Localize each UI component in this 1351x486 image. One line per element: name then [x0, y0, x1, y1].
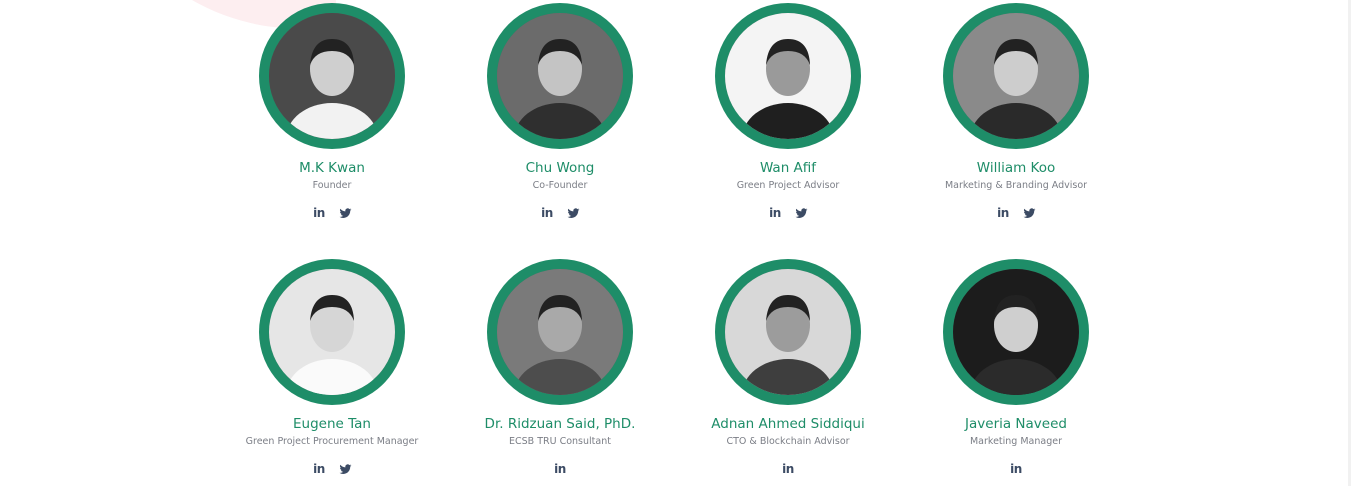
linkedin-glyph: in — [769, 206, 781, 220]
linkedin-icon[interactable]: in — [781, 462, 795, 476]
twitter-icon[interactable] — [1022, 206, 1036, 220]
avatar — [259, 259, 405, 405]
avatar — [487, 259, 633, 405]
avatar — [943, 259, 1089, 405]
twitter-glyph — [1023, 207, 1035, 218]
team-grid: M.K Kwan Founder in Chu Wong Co-Founder … — [0, 0, 1351, 486]
team-card: Chu Wong Co-Founder in — [430, 3, 690, 221]
portrait-photo — [725, 269, 851, 395]
linkedin-glyph: in — [997, 206, 1009, 220]
twitter-icon[interactable] — [338, 462, 352, 476]
linkedin-icon[interactable]: in — [1009, 462, 1023, 476]
team-card: Javeria Naveed Marketing Manager in — [886, 259, 1146, 477]
twitter-glyph — [339, 463, 351, 474]
team-card: William Koo Marketing & Branding Advisor… — [886, 3, 1146, 221]
portrait-photo — [497, 269, 623, 395]
avatar — [715, 259, 861, 405]
linkedin-icon[interactable]: in — [996, 206, 1010, 220]
linkedin-glyph: in — [782, 462, 794, 476]
linkedin-icon[interactable]: in — [312, 206, 326, 220]
linkedin-glyph: in — [1010, 462, 1022, 476]
member-name: Adnan Ahmed Siddiqui — [711, 416, 865, 432]
portrait-photo — [953, 269, 1079, 395]
member-role: ECSB TRU Consultant — [509, 436, 611, 447]
social-links: in — [658, 205, 918, 221]
portrait-photo — [269, 13, 395, 139]
linkedin-glyph: in — [541, 206, 553, 220]
social-links: in — [430, 461, 690, 477]
linkedin-icon[interactable]: in — [312, 462, 326, 476]
twitter-glyph — [567, 207, 579, 218]
member-name: William Koo — [976, 160, 1056, 176]
avatar — [715, 3, 861, 149]
member-role: CTO & Blockchain Advisor — [726, 436, 850, 447]
social-links: in — [202, 461, 462, 477]
portrait-photo — [269, 269, 395, 395]
avatar — [487, 3, 633, 149]
team-card: Dr. Ridzuan Said, PhD. ECSB TRU Consulta… — [430, 259, 690, 477]
linkedin-icon[interactable]: in — [553, 462, 567, 476]
avatar — [943, 3, 1089, 149]
twitter-glyph — [339, 207, 351, 218]
linkedin-icon[interactable]: in — [540, 206, 554, 220]
portrait-photo — [497, 13, 623, 139]
twitter-icon[interactable] — [566, 206, 580, 220]
member-name: M.K Kwan — [299, 160, 365, 176]
member-name: Javeria Naveed — [965, 416, 1067, 432]
member-name: Wan Afif — [759, 160, 817, 176]
member-role: Green Project Procurement Manager — [245, 436, 419, 447]
portrait-photo — [725, 13, 851, 139]
team-card: Adnan Ahmed Siddiqui CTO & Blockchain Ad… — [658, 259, 918, 477]
linkedin-glyph: in — [313, 462, 325, 476]
member-role: Marketing & Branding Advisor — [944, 180, 1088, 191]
twitter-icon[interactable] — [794, 206, 808, 220]
social-links: in — [430, 205, 690, 221]
social-links: in — [202, 205, 462, 221]
linkedin-icon[interactable]: in — [768, 206, 782, 220]
linkedin-glyph: in — [554, 462, 566, 476]
member-role: Co-Founder — [532, 180, 588, 191]
linkedin-glyph: in — [313, 206, 325, 220]
twitter-icon[interactable] — [338, 206, 352, 220]
team-card: M.K Kwan Founder in — [202, 3, 462, 221]
member-role: Green Project Advisor — [736, 180, 840, 191]
social-links: in — [886, 205, 1146, 221]
member-role: Founder — [312, 180, 352, 191]
member-name: Dr. Ridzuan Said, PhD. — [484, 416, 636, 432]
avatar — [259, 3, 405, 149]
social-links: in — [886, 461, 1146, 477]
twitter-glyph — [795, 207, 807, 218]
social-links: in — [658, 461, 918, 477]
team-card: Wan Afif Green Project Advisor in — [658, 3, 918, 221]
member-name: Chu Wong — [525, 160, 595, 176]
portrait-photo — [953, 13, 1079, 139]
member-role: Marketing Manager — [969, 436, 1062, 447]
member-name: Eugene Tan — [293, 416, 371, 432]
team-card: Eugene Tan Green Project Procurement Man… — [202, 259, 462, 477]
